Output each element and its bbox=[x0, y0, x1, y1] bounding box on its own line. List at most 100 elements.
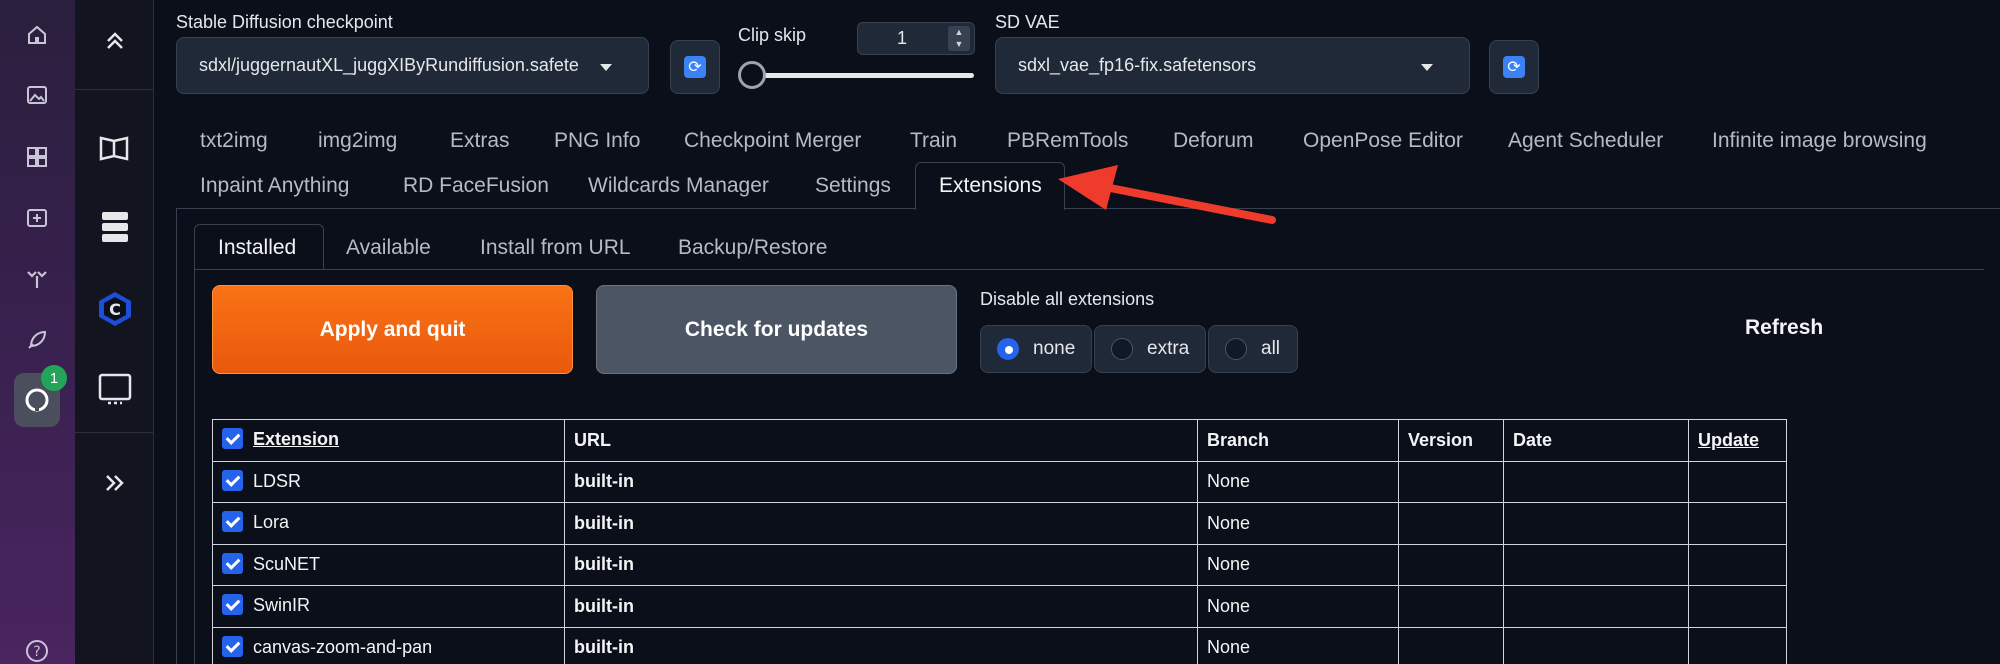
checkpoint-dropdown[interactable]: sdxl/juggernautXL_juggXIByRundiffusion.s… bbox=[176, 37, 649, 94]
header-extension[interactable]: Extension bbox=[212, 419, 565, 462]
tab-img2img[interactable]: img2img bbox=[318, 129, 397, 153]
extension-name: canvas-zoom-and-pan bbox=[253, 636, 433, 657]
extension-name: ScuNET bbox=[253, 553, 321, 574]
extensions-table: Extension URL Branch Version Date Update… bbox=[212, 419, 1787, 664]
table-row: SwinIR built-in None bbox=[212, 585, 1787, 628]
extension-checkbox[interactable] bbox=[222, 511, 243, 533]
apply-and-quit-button[interactable]: Apply and quit bbox=[212, 285, 573, 374]
table-header-row: Extension URL Branch Version Date Update bbox=[212, 419, 1787, 462]
clip-skip-slider-handle[interactable] bbox=[738, 61, 766, 89]
chevron-down-icon bbox=[600, 64, 612, 71]
refresh-vae-button[interactable]: ⟳ bbox=[1489, 40, 1539, 94]
refresh-icon: ⟳ bbox=[1503, 56, 1525, 78]
tab-extras[interactable]: Extras bbox=[450, 129, 510, 153]
header-url: URL bbox=[564, 419, 1198, 462]
tab-settings[interactable]: Settings bbox=[815, 174, 891, 198]
tab-checkpoint-merger[interactable]: Checkpoint Merger bbox=[684, 129, 861, 153]
github-icon[interactable]: 1 bbox=[14, 365, 67, 427]
url-cell: built-in bbox=[564, 502, 1198, 545]
secondary-sidebar: C bbox=[75, 0, 154, 664]
header-update-label: Update bbox=[1698, 429, 1760, 450]
refresh-checkpoint-button[interactable]: ⟳ bbox=[670, 40, 720, 94]
subtab-installed[interactable]: Installed bbox=[218, 236, 296, 260]
radio-extra-label: extra bbox=[1147, 338, 1190, 359]
subtab-install-from-url[interactable]: Install from URL bbox=[480, 236, 631, 260]
civitai-icon[interactable]: C bbox=[92, 286, 138, 332]
subtab-available[interactable]: Available bbox=[346, 236, 431, 260]
vae-label: SD VAE bbox=[995, 12, 1060, 32]
table-row: LDSR built-in None bbox=[212, 460, 1787, 503]
stepper-icon[interactable]: ▲ ▼ bbox=[948, 26, 970, 51]
date-cell bbox=[1503, 626, 1689, 664]
radio-unselected-icon bbox=[1225, 338, 1247, 360]
header-update[interactable]: Update bbox=[1688, 419, 1787, 462]
disable-extensions-label: Disable all extensions bbox=[980, 289, 1155, 309]
header-branch: Branch bbox=[1197, 419, 1399, 462]
clip-skip-label: Clip skip bbox=[738, 25, 807, 45]
tab-deforum[interactable]: Deforum bbox=[1173, 129, 1254, 153]
tab-infinite-image-browsing[interactable]: Infinite image browsing bbox=[1712, 129, 1927, 153]
url-cell: built-in bbox=[564, 543, 1198, 586]
branch-cell: None bbox=[1197, 460, 1399, 503]
select-all-checkbox[interactable] bbox=[222, 428, 243, 450]
branch-cell: None bbox=[1197, 543, 1399, 586]
chevrons-right-icon[interactable] bbox=[92, 460, 138, 506]
check-for-updates-button[interactable]: Check for updates bbox=[596, 285, 957, 374]
radio-extra[interactable]: extra bbox=[1094, 325, 1206, 373]
tab-inpaint-anything[interactable]: Inpaint Anything bbox=[200, 174, 349, 198]
tab-rd-facefusion[interactable]: RD FaceFusion bbox=[403, 174, 549, 198]
radio-selected-icon bbox=[997, 338, 1019, 360]
tab-pbremtools[interactable]: PBRemTools bbox=[1007, 129, 1128, 153]
radio-all-label: all bbox=[1261, 338, 1281, 359]
chevron-down-icon bbox=[1421, 64, 1433, 71]
extension-checkbox[interactable] bbox=[222, 594, 243, 616]
gym-icon[interactable] bbox=[14, 256, 60, 302]
book-icon[interactable] bbox=[92, 125, 138, 171]
extension-checkbox[interactable] bbox=[222, 635, 243, 657]
extension-checkbox[interactable] bbox=[222, 469, 243, 491]
radio-none[interactable]: none bbox=[980, 325, 1092, 373]
dashboard-icon[interactable] bbox=[14, 134, 60, 180]
annotation-arrow-icon bbox=[1058, 165, 1276, 224]
add-image-icon[interactable] bbox=[14, 195, 60, 241]
extension-checkbox[interactable] bbox=[222, 552, 243, 574]
branch-cell: None bbox=[1197, 585, 1399, 628]
version-cell bbox=[1398, 543, 1504, 586]
subtab-backup-restore[interactable]: Backup/Restore bbox=[678, 236, 827, 260]
url-cell: built-in bbox=[564, 460, 1198, 503]
svg-text:C: C bbox=[109, 300, 121, 319]
home-icon[interactable] bbox=[14, 12, 60, 58]
extension-cell: Lora bbox=[212, 502, 565, 545]
version-cell bbox=[1398, 460, 1504, 503]
tab-extensions[interactable]: Extensions bbox=[939, 174, 1042, 198]
vae-dropdown[interactable]: sdxl_vae_fp16-fix.safetensors bbox=[995, 37, 1470, 94]
tab-txt2img[interactable]: txt2img bbox=[200, 129, 268, 153]
version-cell bbox=[1398, 585, 1504, 628]
tab-wildcards-manager[interactable]: Wildcards Manager bbox=[588, 174, 769, 198]
date-cell bbox=[1503, 543, 1689, 586]
help-icon[interactable]: ? bbox=[14, 628, 60, 664]
tab-openpose-editor[interactable]: OpenPose Editor bbox=[1303, 129, 1463, 153]
rocket-icon[interactable] bbox=[14, 317, 60, 363]
table-row: Lora built-in None bbox=[212, 502, 1787, 545]
refresh-icon: ⟳ bbox=[684, 56, 706, 78]
refresh-button[interactable]: Refresh bbox=[1745, 316, 1823, 340]
server-icon[interactable] bbox=[92, 204, 138, 250]
extension-cell: canvas-zoom-and-pan bbox=[212, 626, 565, 664]
url-cell: built-in bbox=[564, 626, 1198, 664]
monitor-icon[interactable] bbox=[92, 366, 138, 412]
chevrons-up-icon[interactable] bbox=[92, 18, 138, 64]
header-date: Date bbox=[1503, 419, 1689, 462]
update-cell bbox=[1688, 626, 1787, 664]
clip-skip-slider[interactable] bbox=[752, 73, 974, 78]
tab-png-info[interactable]: PNG Info bbox=[554, 129, 640, 153]
tab-train[interactable]: Train bbox=[910, 129, 957, 153]
vae-value: sdxl_vae_fp16-fix.safetensors bbox=[1018, 55, 1257, 75]
extension-name: LDSR bbox=[253, 470, 302, 491]
radio-all[interactable]: all bbox=[1208, 325, 1298, 373]
branch-cell: None bbox=[1197, 626, 1399, 664]
tab-agent-scheduler[interactable]: Agent Scheduler bbox=[1508, 129, 1663, 153]
extension-cell: SwinIR bbox=[212, 585, 565, 628]
clip-skip-input[interactable]: 1 ▲ ▼ bbox=[857, 22, 975, 55]
image-icon[interactable] bbox=[14, 72, 60, 118]
